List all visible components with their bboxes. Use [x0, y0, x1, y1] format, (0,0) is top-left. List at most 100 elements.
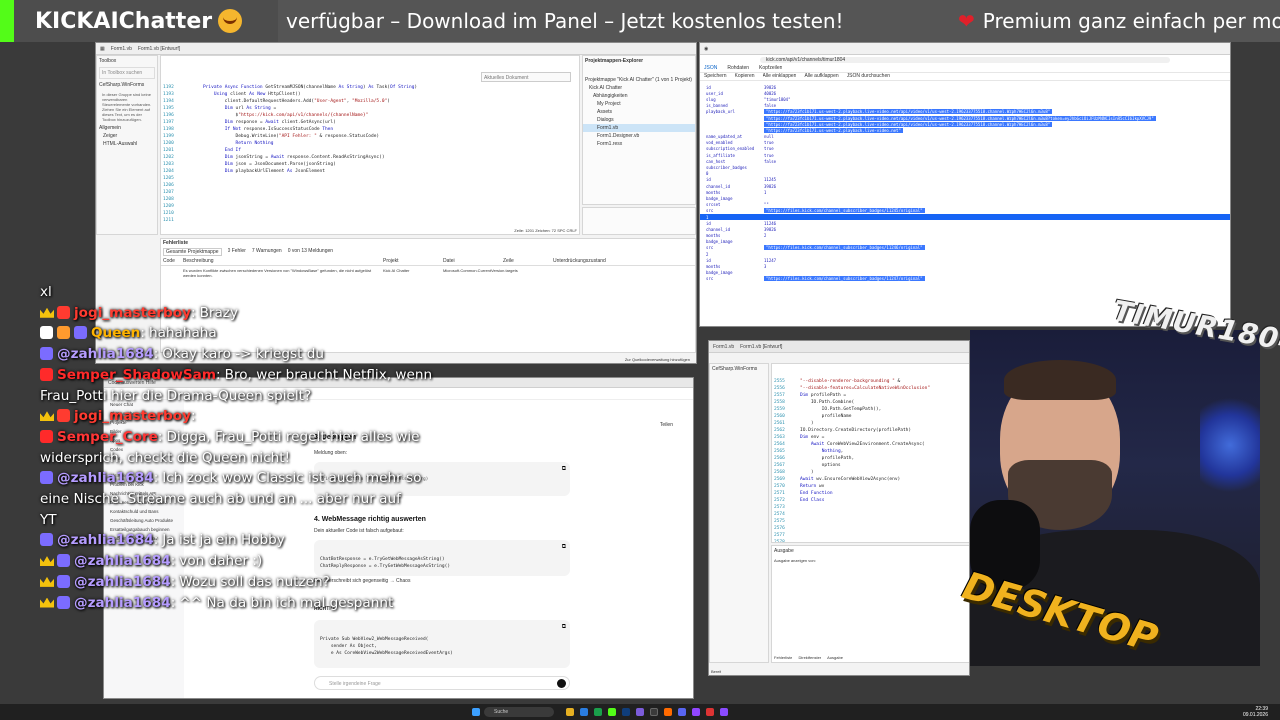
error-col-1[interactable]: Beschreibung — [183, 258, 383, 264]
explorer-item[interactable]: Form1.resx — [583, 140, 695, 148]
code-line[interactable]: Dim playbackUrlElement As JsonElement — [203, 168, 417, 175]
browser-tab-icon[interactable]: ◉ — [704, 46, 708, 52]
chat-username[interactable]: jogi_masterboy — [74, 305, 191, 321]
chat-username[interactable]: Semper_Core — [57, 429, 158, 445]
edge-icon[interactable] — [580, 708, 588, 716]
code-line[interactable]: "--disable-features=CalculateNativeWinOc… — [800, 385, 930, 392]
chat-username[interactable]: Semper_ShadowSam — [57, 367, 216, 383]
vs2-btab-2[interactable]: Ausgabe — [827, 655, 843, 660]
vs2-code-lines[interactable]: "--disable-renderer-backgrounding " & "--… — [800, 378, 930, 504]
taskbar-search[interactable]: Suche — [484, 707, 554, 717]
code-line[interactable]: profilePath, — [800, 455, 930, 462]
vs2-toolbox-group[interactable]: CefSharp.WinForms — [710, 364, 768, 374]
code-line[interactable]: "--disable-renderer-backgrounding " & — [800, 378, 930, 385]
vs2-code-editor[interactable]: 2555 2556 2557 2558 2559 2560 2561 2562 2563 2564… — [771, 363, 969, 543]
discord-icon[interactable] — [678, 708, 686, 716]
json-tool-0[interactable]: Speichern — [704, 73, 727, 80]
start-icon[interactable] — [472, 708, 480, 716]
code-lines[interactable]: Private Async Function GetStreamMJSON(ch… — [203, 84, 417, 175]
error-col-2[interactable]: Projekt — [383, 258, 443, 264]
json-tool-2[interactable]: Alle einklappen — [763, 73, 797, 80]
code-line[interactable]: ) — [800, 420, 930, 427]
json-url[interactable]: kick.com/api/v1/channels/timur1804 — [760, 57, 1170, 63]
error-col-5[interactable]: Unterdrückungszustand — [553, 258, 633, 264]
chat-username[interactable]: @zahlia1684 — [57, 470, 154, 486]
json-value[interactable]: "https://files.kick.com/channel_subscrib… — [764, 276, 925, 282]
vs-tab-0[interactable]: Form1.vb — [111, 46, 132, 52]
clock[interactable]: 22:39 09.01.2026 — [1243, 706, 1268, 718]
code-line[interactable]: End Class — [800, 497, 930, 504]
explorer-item[interactable]: Abhängigkeiten — [583, 92, 695, 100]
code-line[interactable]: ) — [800, 469, 930, 476]
code-line[interactable]: Dim json = JsonDocument.Parse(jsonString… — [203, 161, 417, 168]
code-line[interactable]: Private Async Function GetStreamMJSON(ch… — [203, 84, 417, 91]
explorer-item[interactable]: Projektmappe "Kick AI Chatter" (1 von 1 … — [583, 76, 695, 84]
explorer-item[interactable]: My Project — [583, 100, 695, 108]
chat-username[interactable]: @zahlia1684 — [74, 553, 171, 569]
json-urlbar[interactable]: kick.com/api/v1/channels/timur1804 — [700, 55, 1230, 65]
explorer-item[interactable]: Dialogs — [583, 116, 695, 124]
code-line[interactable]: If Not response.IsSuccessStatusCode Then — [203, 126, 417, 133]
code-editor[interactable]: Aktuelles Dokument 1192 1193 1194 1195 1196 1… — [160, 55, 580, 235]
error-col-3[interactable]: Datei — [443, 258, 503, 264]
vs-statusbar[interactable]: Zur Quellcodeverwaltung hinzufügen — [625, 357, 690, 362]
toolbox-item-2[interactable]: HTML-Auswahl — [97, 140, 157, 148]
json-tab-1[interactable]: Rohdaten — [727, 65, 749, 72]
chat-username[interactable]: Queen — [91, 325, 140, 341]
code-line[interactable]: client.DefaultRequestHeaders.Add("User-A… — [203, 98, 417, 105]
steam-icon[interactable] — [622, 708, 630, 716]
json-tool-3[interactable]: Alle aufklappen — [804, 73, 838, 80]
json-value[interactable]: "https://fa723fc1b171.us-west-2.playback… — [764, 121, 1053, 127]
vs2-btab-0[interactable]: Fehlerliste — [774, 655, 792, 660]
toolbox-group[interactable]: CefSharp.WinForms — [97, 80, 157, 90]
kick-icon[interactable] — [608, 708, 616, 716]
code-line[interactable]: Dim url As String = — [203, 105, 417, 112]
json-tree[interactable]: id 39826 user_id 40026 slug "timur1804" is_ban… — [700, 81, 1230, 282]
code-line[interactable]: Dim env = — [800, 434, 930, 441]
code-line[interactable]: Await CoreWebView2Environment.CreateAsyn… — [800, 441, 930, 448]
json-browser-window[interactable]: ◉ kick.com/api/v1/channels/timur1804 JSO… — [699, 42, 1231, 327]
chat-username[interactable]: @zahlia1684 — [74, 595, 171, 611]
chat-username[interactable]: @zahlia1684 — [74, 574, 171, 590]
toolbox-search[interactable]: In Toolbox suchen — [99, 67, 155, 79]
json-value[interactable]: "https://files.kick.com/channel_subscrib… — [764, 208, 925, 214]
json-tool-1[interactable]: Kopieren — [735, 73, 755, 80]
code-line[interactable]: Dim response = Await client.GetAsync(url… — [203, 119, 417, 126]
vs2-btab-1[interactable]: Direktfenster — [798, 655, 821, 660]
error-count-2[interactable]: 0 von 13 Meldungen — [288, 248, 333, 256]
copy-icon[interactable]: ⧉ — [562, 544, 566, 551]
code-line[interactable]: profileName — [800, 413, 930, 420]
code-line[interactable]: IO.Directory.CreateDirectory(profilePath… — [800, 427, 930, 434]
json-tool-4[interactable]: JSON durchsuchen — [847, 73, 890, 80]
code-line[interactable]: Dim jsonString = Await response.Content.… — [203, 154, 417, 161]
vs2-tab-0[interactable]: Form1.vb — [713, 344, 734, 350]
code-line[interactable]: options — [800, 462, 930, 469]
prompt-input[interactable]: Stelle irgendeine Frage — [314, 676, 570, 690]
app-icon[interactable] — [594, 708, 602, 716]
chat-username[interactable]: @zahlia1684 — [57, 532, 154, 548]
json-value[interactable]: "https://files.kick.com/channel_subscrib… — [764, 245, 925, 251]
chat-username[interactable]: @zahlia1684 — [57, 346, 154, 362]
code-line[interactable]: End If — [203, 147, 417, 154]
code-line[interactable]: Return wv — [800, 483, 930, 490]
error-count-1[interactable]: 7 Warnungen — [252, 248, 282, 256]
browser-icon[interactable] — [664, 708, 672, 716]
json-value[interactable]: "https://fa723fc1b171.us-west-2.playback… — [764, 109, 1053, 115]
explorer-item[interactable]: Form1.vb — [583, 124, 695, 132]
json-tab-0[interactable]: JSON — [704, 65, 717, 72]
json-value[interactable]: "https://fa723fc1b171.us-west-2.playback… — [764, 115, 1156, 121]
app2-icon[interactable] — [720, 708, 728, 716]
error-col-0[interactable]: Code — [163, 258, 183, 264]
send-icon[interactable] — [557, 679, 566, 688]
vs-icon[interactable] — [636, 708, 644, 716]
toolbox-item-1[interactable]: Zeiger — [97, 132, 157, 140]
terminal-icon[interactable] — [650, 708, 658, 716]
vs2-output-source[interactable]: Ausgabe anzeigen von: — [772, 556, 969, 565]
error-count-0[interactable]: 0 Fehler — [228, 248, 246, 256]
code-line[interactable]: $"https://kick.com/api/v1/channels/{chan… — [203, 112, 417, 119]
toolbox-item-0[interactable]: Allgemein — [97, 124, 157, 132]
error-col-4[interactable]: Zeile — [503, 258, 553, 264]
code-line[interactable]: Dim profilePath = — [800, 392, 930, 399]
json-tab-2[interactable]: Kopfzeilen — [759, 65, 782, 72]
visual-studio-window-2[interactable]: Form1.vb Form1.vb [Entwurf] CefSharp.Win… — [708, 340, 970, 676]
